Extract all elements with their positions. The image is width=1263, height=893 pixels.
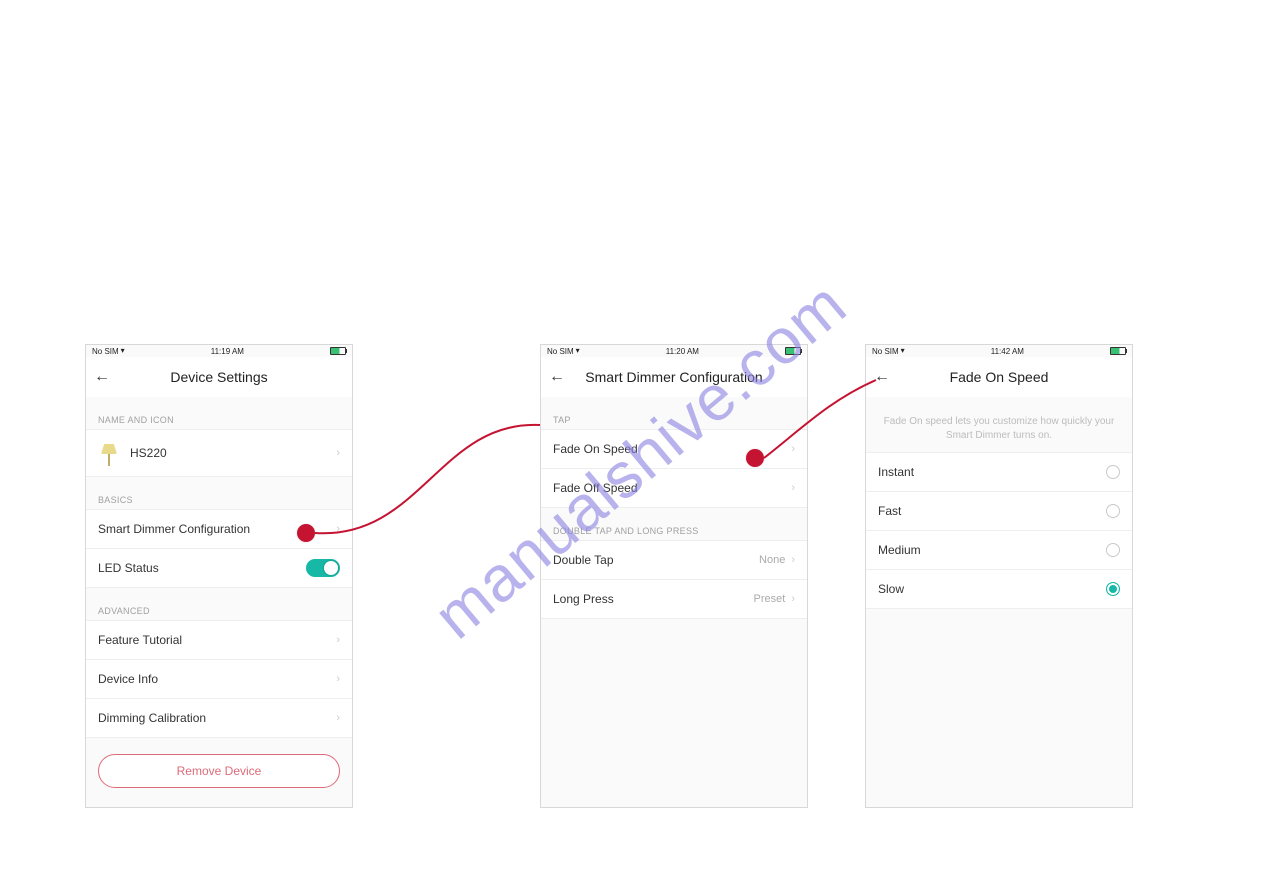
led-status-label: LED Status bbox=[98, 561, 159, 575]
carrier-text: No SIM bbox=[547, 347, 574, 356]
section-header-advanced: ADVANCED bbox=[86, 588, 352, 620]
chevron-right-icon: › bbox=[336, 634, 340, 646]
long-press-label: Long Press bbox=[553, 592, 614, 606]
device-name-row[interactable]: HS220 › bbox=[86, 430, 352, 477]
dimming-calibration-row[interactable]: Dimming Calibration › bbox=[86, 699, 352, 738]
page-title: Smart Dimmer Configuration bbox=[541, 369, 807, 385]
chevron-right-icon: › bbox=[336, 447, 340, 459]
section-header-name-icon: NAME AND ICON bbox=[86, 397, 352, 429]
phone-screen-device-settings: No SIM ▾ 11:19 AM ← Device Settings NAME… bbox=[85, 344, 353, 808]
led-status-toggle[interactable] bbox=[306, 559, 340, 577]
option-fast-label: Fast bbox=[878, 504, 901, 518]
radio-unselected-icon bbox=[1106, 465, 1120, 479]
option-instant-row[interactable]: Instant bbox=[866, 453, 1132, 492]
device-info-row[interactable]: Device Info › bbox=[86, 660, 352, 699]
chevron-right-icon: › bbox=[791, 554, 795, 566]
phone-screen-dimmer-config: No SIM ▾ 11:20 AM ← Smart Dimmer Configu… bbox=[540, 344, 808, 808]
chevron-right-icon: › bbox=[336, 523, 340, 535]
back-button[interactable]: ← bbox=[94, 357, 110, 397]
back-arrow-icon: ← bbox=[549, 368, 565, 386]
feature-tutorial-row[interactable]: Feature Tutorial › bbox=[86, 621, 352, 660]
wifi-icon: ▾ bbox=[121, 347, 125, 355]
option-medium-label: Medium bbox=[878, 543, 921, 557]
status-bar: No SIM ▾ 11:20 AM bbox=[541, 345, 807, 357]
dimming-calibration-label: Dimming Calibration bbox=[98, 711, 206, 725]
radio-unselected-icon bbox=[1106, 543, 1120, 557]
section-header-basics: BASICS bbox=[86, 477, 352, 509]
fade-off-label: Fade Off Speed bbox=[553, 481, 638, 495]
fade-on-description: Fade On speed lets you customize how qui… bbox=[866, 397, 1132, 452]
back-arrow-icon: ← bbox=[874, 368, 890, 386]
double-tap-row[interactable]: Double Tap None › bbox=[541, 541, 807, 580]
fade-off-speed-row[interactable]: Fade Off Speed › bbox=[541, 469, 807, 508]
chevron-right-icon: › bbox=[791, 482, 795, 494]
back-button[interactable]: ← bbox=[549, 357, 565, 397]
radio-selected-icon bbox=[1106, 582, 1120, 596]
double-tap-value: None bbox=[759, 554, 785, 566]
long-press-value: Preset bbox=[754, 593, 786, 605]
battery-icon bbox=[785, 347, 801, 355]
smart-dimmer-label: Smart Dimmer Configuration bbox=[98, 522, 250, 536]
battery-icon bbox=[1110, 347, 1126, 355]
back-button[interactable]: ← bbox=[874, 357, 890, 397]
clock-text: 11:20 AM bbox=[666, 347, 699, 356]
option-medium-row[interactable]: Medium bbox=[866, 531, 1132, 570]
chevron-right-icon: › bbox=[336, 712, 340, 724]
radio-unselected-icon bbox=[1106, 504, 1120, 518]
option-fast-row[interactable]: Fast bbox=[866, 492, 1132, 531]
status-bar: No SIM ▾ 11:42 AM bbox=[866, 345, 1132, 357]
led-status-row: LED Status bbox=[86, 549, 352, 588]
chevron-right-icon: › bbox=[791, 443, 795, 455]
fade-on-label: Fade On Speed bbox=[553, 442, 638, 456]
wifi-icon: ▾ bbox=[576, 347, 580, 355]
chevron-right-icon: › bbox=[791, 593, 795, 605]
wifi-icon: ▾ bbox=[901, 347, 905, 355]
fade-on-speed-row[interactable]: Fade On Speed › bbox=[541, 430, 807, 469]
lamp-icon bbox=[98, 438, 120, 468]
clock-text: 11:42 AM bbox=[991, 347, 1024, 356]
feature-tutorial-label: Feature Tutorial bbox=[98, 633, 182, 647]
nav-bar: ← Fade On Speed bbox=[866, 357, 1132, 397]
section-header-double-long: DOUBLE TAP AND LONG PRESS bbox=[541, 508, 807, 540]
long-press-row[interactable]: Long Press Preset › bbox=[541, 580, 807, 619]
carrier-text: No SIM bbox=[92, 347, 119, 356]
chevron-right-icon: › bbox=[336, 673, 340, 685]
page-title: Device Settings bbox=[86, 369, 352, 385]
highlight-marker-1 bbox=[297, 524, 315, 542]
device-info-label: Device Info bbox=[98, 672, 158, 686]
back-arrow-icon: ← bbox=[94, 368, 110, 386]
section-header-tap: TAP bbox=[541, 397, 807, 429]
remove-device-label: Remove Device bbox=[177, 764, 262, 778]
nav-bar: ← Device Settings bbox=[86, 357, 352, 397]
status-bar: No SIM ▾ 11:19 AM bbox=[86, 345, 352, 357]
device-name-label: HS220 bbox=[130, 446, 167, 460]
remove-device-button[interactable]: Remove Device bbox=[98, 754, 340, 788]
phone-screen-fade-on-speed: No SIM ▾ 11:42 AM ← Fade On Speed Fade O… bbox=[865, 344, 1133, 808]
double-tap-label: Double Tap bbox=[553, 553, 614, 567]
highlight-marker-2 bbox=[746, 449, 764, 467]
option-instant-label: Instant bbox=[878, 465, 914, 479]
page-title: Fade On Speed bbox=[866, 369, 1132, 385]
option-slow-label: Slow bbox=[878, 582, 904, 596]
battery-icon bbox=[330, 347, 346, 355]
carrier-text: No SIM bbox=[872, 347, 899, 356]
nav-bar: ← Smart Dimmer Configuration bbox=[541, 357, 807, 397]
option-slow-row[interactable]: Slow bbox=[866, 570, 1132, 609]
clock-text: 11:19 AM bbox=[211, 347, 244, 356]
